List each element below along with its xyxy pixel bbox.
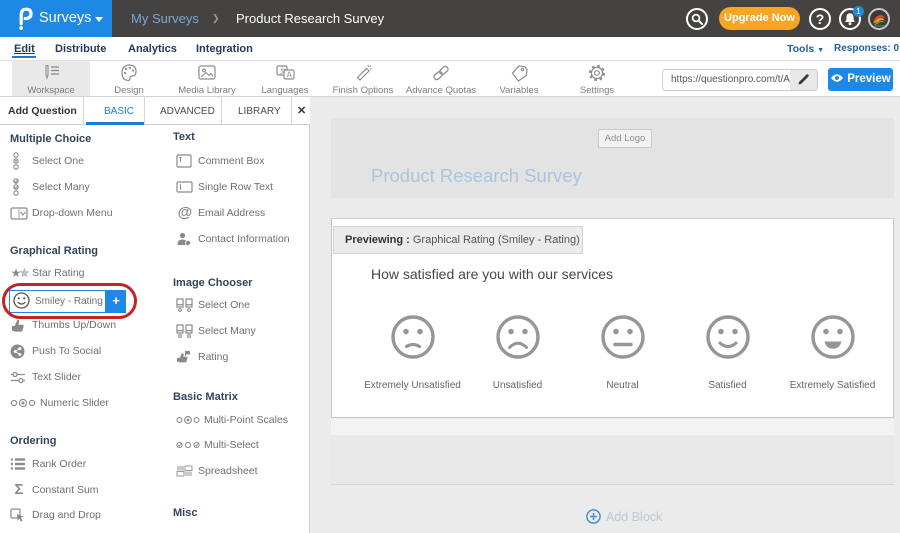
- svg-text:A: A: [286, 71, 292, 80]
